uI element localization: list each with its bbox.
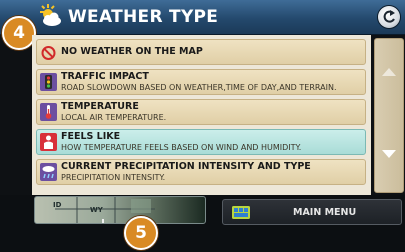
main-menu-icon (232, 206, 250, 219)
item-title: FEELS LIKE (61, 131, 121, 142)
item-title: TRAFFIC IMPACT (61, 71, 149, 82)
back-arrow-icon (383, 10, 395, 23)
list-item-traffic-impact[interactable]: TRAFFIC IMPACT ROAD SLOWDOWN BASED ON WE… (36, 69, 366, 95)
step-callout-4: 4 (2, 16, 36, 50)
back-button[interactable] (378, 6, 400, 28)
item-title: NO WEATHER ON THE MAP (61, 46, 203, 57)
list-item-precipitation[interactable]: CURRENT PRECIPITATION INTENSITY AND TYPE… (36, 159, 366, 185)
step-callout-5: 5 (124, 216, 158, 250)
title-bar: WEATHER TYPE (0, 0, 405, 35)
map-label-id: ID (53, 201, 62, 209)
traffic-light-icon (40, 73, 57, 91)
list-item-temperature[interactable]: TEMPERATURE LOCAL AIR TEMPERATURE. (36, 99, 366, 125)
scrollbar[interactable] (374, 38, 404, 193)
scroll-down-arrow-icon[interactable] (381, 149, 397, 159)
page-title: WEATHER TYPE (68, 7, 219, 27)
precipitation-icon (40, 163, 57, 181)
item-subtitle: HOW TEMPERATURE FEELS BASED ON WIND AND … (61, 143, 302, 152)
thermometer-icon (40, 103, 57, 121)
scroll-up-arrow-icon[interactable] (381, 67, 397, 77)
weather-type-list: NO WEATHER ON THE MAP TRAFFIC IMPACT ROA… (32, 35, 371, 195)
list-item-no-weather[interactable]: NO WEATHER ON THE MAP (36, 39, 366, 65)
item-title: CURRENT PRECIPITATION INTENSITY AND TYPE (61, 161, 311, 172)
no-weather-icon (41, 46, 56, 60)
main-menu-label: MAIN MENU (293, 207, 357, 218)
map-preview[interactable]: ID WY (34, 196, 206, 224)
weather-sun-cloud-icon (40, 4, 61, 26)
list-item-feels-like[interactable]: FEELS LIKE HOW TEMPERATURE FEELS BASED O… (36, 129, 366, 155)
main-menu-button[interactable]: MAIN MENU (222, 199, 402, 225)
item-subtitle: ROAD SLOWDOWN BASED ON WEATHER,TIME OF D… (61, 83, 337, 92)
item-subtitle: LOCAL AIR TEMPERATURE. (61, 113, 167, 122)
person-icon (40, 133, 57, 151)
map-label-wy: WY (90, 206, 103, 214)
item-subtitle: PRECIPITATION INTENSITY. (61, 173, 166, 182)
item-title: TEMPERATURE (61, 101, 139, 112)
